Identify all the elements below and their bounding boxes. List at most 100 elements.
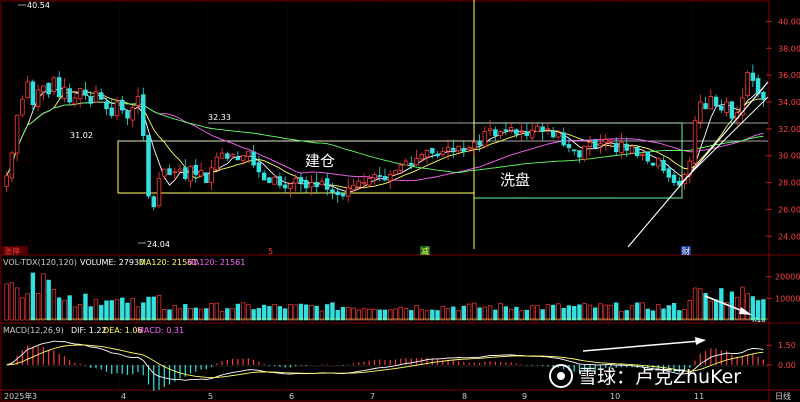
volume-bar bbox=[177, 308, 183, 321]
volume-bar bbox=[135, 306, 141, 321]
volume-bar bbox=[272, 303, 277, 321]
price-tick-label-6: 28.00 bbox=[778, 179, 800, 188]
macd-tick-label-0: 1.50 bbox=[778, 341, 796, 350]
volume-bar bbox=[78, 304, 83, 321]
candle bbox=[535, 123, 540, 133]
candle bbox=[219, 148, 225, 159]
volume-value: VOLUME: 27930 bbox=[80, 258, 144, 267]
volume-bar bbox=[25, 293, 30, 321]
candle bbox=[403, 157, 409, 166]
volume-tick-label-0: 20000 bbox=[775, 273, 800, 282]
volume-bar bbox=[246, 304, 251, 321]
volume-ma-2: MA120: 21561 bbox=[187, 258, 245, 267]
volume-bar bbox=[209, 302, 214, 321]
volume-bar bbox=[261, 304, 267, 321]
volume-bar bbox=[545, 304, 551, 321]
volume-bar bbox=[472, 302, 477, 321]
volume-bar bbox=[409, 310, 414, 321]
volume-bar bbox=[162, 308, 167, 321]
candle bbox=[225, 151, 230, 162]
volume-bar bbox=[745, 293, 750, 321]
volume-bar bbox=[156, 295, 162, 321]
volume-bar bbox=[41, 273, 46, 321]
zone-wash-label: 洗盘 bbox=[500, 171, 530, 189]
volume-bar bbox=[550, 304, 556, 321]
volume-bar bbox=[640, 302, 645, 321]
macd-header: MACD(12,26,9) DIF: 1.22 DEA: 1.06 MACD: … bbox=[3, 326, 184, 335]
volume-bar bbox=[582, 303, 587, 321]
candle bbox=[130, 104, 135, 128]
period-label: 日线 bbox=[775, 391, 791, 401]
candle bbox=[587, 135, 593, 156]
volume-bar bbox=[487, 305, 493, 321]
volume-bar bbox=[398, 306, 403, 321]
volume-bar bbox=[566, 305, 572, 321]
volume-bar bbox=[424, 310, 430, 321]
price-tick-label-4: 32.00 bbox=[778, 125, 800, 134]
volume-bar bbox=[629, 305, 635, 321]
candle bbox=[692, 116, 698, 168]
candle bbox=[4, 171, 9, 192]
candle bbox=[93, 85, 99, 104]
watermark-text: 雪球：卢克ZhuKer bbox=[578, 366, 741, 388]
volume-bar bbox=[761, 299, 766, 321]
chart-frame bbox=[0, 0, 770, 402]
candle bbox=[440, 147, 446, 157]
time-axis: 2025年 3 4 5 6 7 8 9 10 11 bbox=[4, 391, 704, 401]
volume-bar bbox=[372, 308, 377, 321]
volume-bar bbox=[677, 310, 682, 321]
candle bbox=[298, 173, 304, 192]
ma-60-line bbox=[6, 101, 764, 176]
macd-value: MACD: 0.31 bbox=[137, 326, 184, 335]
event-marker-c: 财 bbox=[682, 246, 690, 256]
candle bbox=[724, 97, 729, 117]
candle bbox=[62, 77, 67, 103]
candle bbox=[598, 134, 603, 154]
candle bbox=[141, 87, 146, 142]
candle bbox=[656, 157, 661, 170]
volume-bar bbox=[635, 302, 640, 321]
volume-bar bbox=[230, 308, 235, 321]
volume-bar bbox=[519, 310, 524, 321]
volume-bar bbox=[619, 310, 624, 321]
candle bbox=[529, 121, 535, 142]
candle bbox=[650, 161, 656, 167]
volume-bar bbox=[151, 296, 156, 321]
candle bbox=[661, 156, 666, 174]
price-tick-label-3: 34.00 bbox=[778, 98, 800, 107]
candle bbox=[335, 187, 340, 203]
candle bbox=[125, 109, 130, 126]
volume-bar bbox=[146, 296, 151, 321]
candle bbox=[183, 159, 188, 182]
candle bbox=[761, 90, 766, 107]
high-label: 40.54 bbox=[27, 1, 50, 10]
volume-bar bbox=[524, 309, 530, 321]
volume-bar bbox=[35, 293, 41, 321]
volume-bar bbox=[14, 287, 20, 321]
volume-bar bbox=[377, 309, 382, 321]
volume-bar bbox=[172, 305, 177, 321]
volume-bar bbox=[293, 304, 298, 321]
volume-bar bbox=[466, 303, 472, 321]
volume-bar bbox=[529, 305, 535, 321]
volume-tick-label-1: 10000 bbox=[775, 294, 800, 303]
candle bbox=[151, 194, 157, 211]
candle bbox=[561, 127, 566, 147]
level-label-31: 31.02 bbox=[70, 131, 93, 140]
volume-bar bbox=[198, 308, 204, 321]
volume-bar bbox=[346, 307, 351, 321]
candle bbox=[545, 123, 551, 135]
candle bbox=[635, 146, 640, 159]
candle bbox=[719, 99, 724, 114]
candle bbox=[419, 152, 425, 163]
volume-bar bbox=[340, 306, 346, 321]
volume-bar bbox=[755, 300, 761, 321]
volume-bar bbox=[93, 299, 99, 321]
level-label-32: 32.33 bbox=[208, 113, 231, 122]
volume-bar bbox=[219, 310, 225, 321]
volume-bar bbox=[225, 308, 230, 321]
volume-bar bbox=[451, 306, 456, 321]
candle bbox=[351, 178, 356, 192]
volume-bar bbox=[698, 288, 703, 321]
candle bbox=[361, 173, 367, 189]
